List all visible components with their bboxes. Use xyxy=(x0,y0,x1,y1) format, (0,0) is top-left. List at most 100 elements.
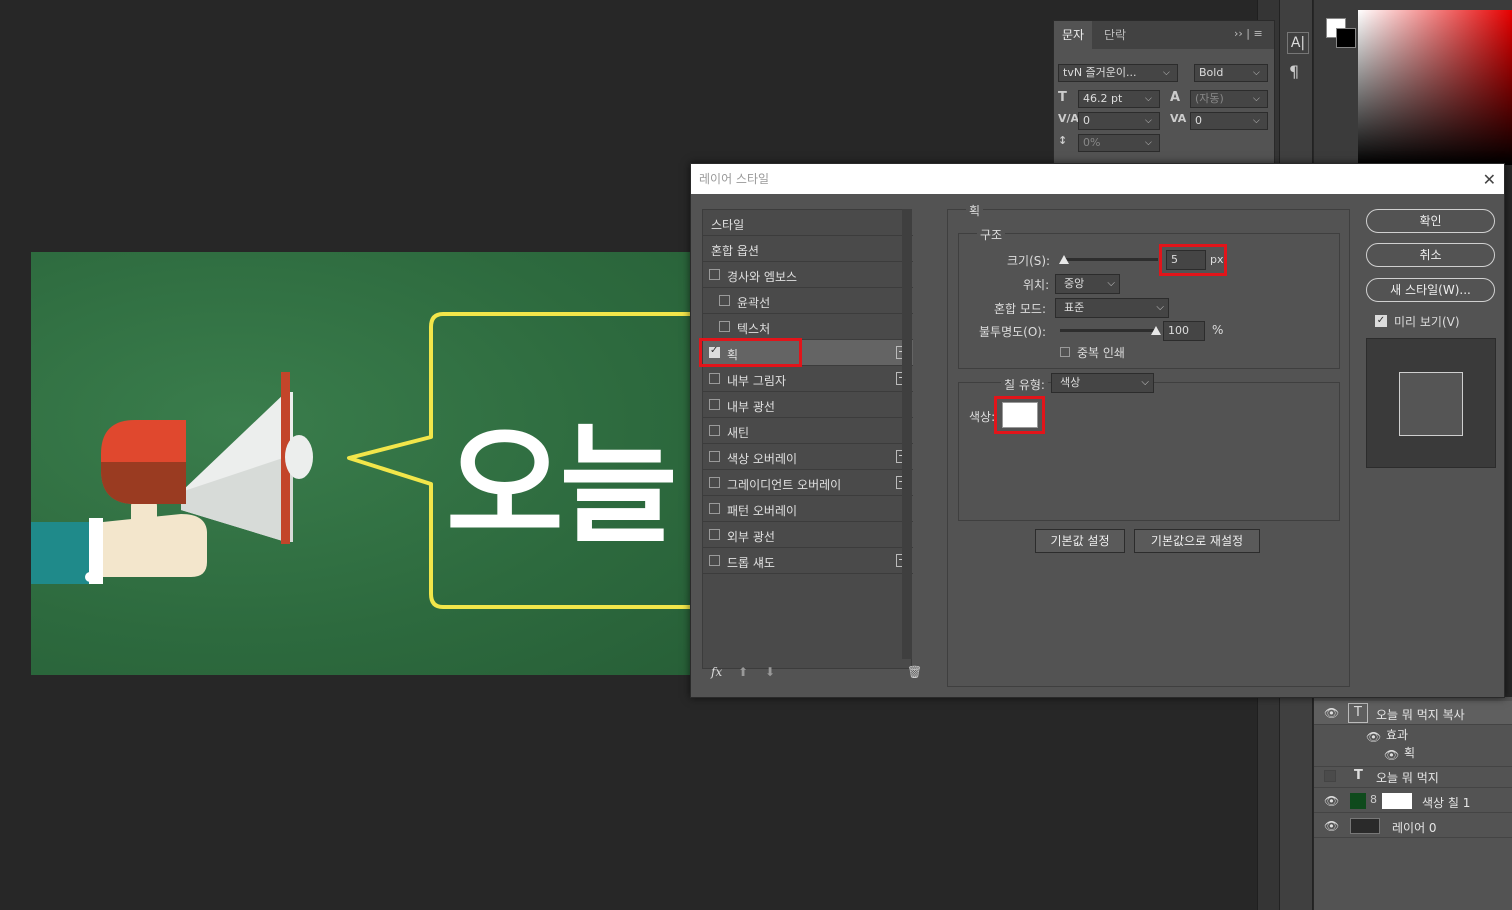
layer-row[interactable]: 👁 8 색상 칠 1 xyxy=(1314,789,1512,813)
style-item[interactable]: 패턴 오버레이 xyxy=(703,496,913,522)
style-checkbox[interactable] xyxy=(709,269,720,280)
background-swatch[interactable] xyxy=(1336,28,1356,48)
new-style-button[interactable]: 새 스타일(W)... xyxy=(1366,278,1495,302)
leading-field[interactable]: (자동) ⌵ xyxy=(1190,90,1268,108)
style-item-label: 스타일 xyxy=(711,218,745,232)
move-down-icon[interactable]: ⬇ xyxy=(765,665,775,679)
style-item[interactable]: 그레이디언트 오버레이+ xyxy=(703,470,913,496)
style-checkbox[interactable] xyxy=(709,503,720,514)
style-item[interactable]: 내부 광선 xyxy=(703,392,913,418)
eye-icon[interactable]: 👁 xyxy=(1384,748,1399,762)
chevron-down-icon: ⌵ xyxy=(1145,116,1152,126)
blend-mode-select[interactable]: 표준 ⌵ xyxy=(1055,298,1169,318)
style-checkbox[interactable] xyxy=(709,451,720,462)
position-select[interactable]: 중앙 ⌵ xyxy=(1055,274,1120,294)
link-icon: 8 xyxy=(1370,793,1377,806)
style-checkbox[interactable] xyxy=(709,477,720,488)
scale-icon: ↕ xyxy=(1058,134,1068,147)
image-thumbnail xyxy=(1350,818,1380,834)
dialog-title: 레이어 스타일 xyxy=(691,164,1504,194)
style-preview-box xyxy=(1366,338,1496,468)
visibility-toggle-off[interactable] xyxy=(1324,770,1336,782)
preview-label: 미리 보기(V) xyxy=(1394,315,1460,329)
fx-icon[interactable]: fx xyxy=(711,665,722,679)
style-checkbox[interactable] xyxy=(719,295,730,306)
eye-icon[interactable]: 👁 xyxy=(1324,819,1339,833)
layer-style-dialog: 레이어 스타일 ✕ 스타일혼합 옵션경사와 엠보스윤곽선텍스처획+내부 그림자+… xyxy=(690,163,1505,698)
text-layer-icon: T xyxy=(1354,768,1363,783)
style-checkbox[interactable] xyxy=(719,321,730,332)
opacity-field[interactable]: 100 xyxy=(1163,321,1205,341)
style-checkbox[interactable] xyxy=(709,529,720,540)
chevron-down-icon: ⌵ xyxy=(1145,94,1152,104)
character-panel-icon[interactable]: A| xyxy=(1287,32,1309,54)
style-item[interactable]: 획+ xyxy=(699,338,913,367)
trash-icon[interactable]: 🗑 xyxy=(907,665,922,679)
eye-icon[interactable]: 👁 xyxy=(1324,706,1339,720)
opacity-slider-thumb[interactable] xyxy=(1151,326,1161,335)
fill-thumbnail xyxy=(1350,793,1366,809)
layer-name: 레이어 0 xyxy=(1392,821,1437,835)
color-picker-field[interactable] xyxy=(1358,10,1512,165)
style-item[interactable]: 새틴 xyxy=(703,418,913,444)
color-label: 색상: xyxy=(969,410,996,424)
eye-icon[interactable]: 👁 xyxy=(1324,794,1339,808)
style-item[interactable]: 드롭 섀도+ xyxy=(703,548,913,574)
layer-row[interactable]: 👁 T 오늘 뭐 먹지 복사 xyxy=(1314,701,1512,725)
style-item[interactable]: 외부 광선 xyxy=(703,522,913,548)
document-canvas[interactable]: 오늘 뭐 xyxy=(31,252,711,675)
kerning-field[interactable]: 0 ⌵ xyxy=(1078,112,1160,130)
style-item[interactable]: 경사와 엠보스 xyxy=(703,262,913,288)
style-item-label: 윤곽선 xyxy=(737,296,771,310)
font-style-select[interactable]: Bold ⌵ xyxy=(1194,64,1268,82)
mask-thumbnail xyxy=(1382,793,1412,809)
scale-value: 0% xyxy=(1083,136,1101,149)
eye-icon[interactable]: 👁 xyxy=(1366,730,1381,744)
style-checkbox[interactable] xyxy=(709,399,720,410)
style-item[interactable]: 색상 오버레이+ xyxy=(703,444,913,470)
layer-name: 효과 xyxy=(1386,728,1409,742)
style-item-label: 그레이디언트 오버레이 xyxy=(727,478,842,492)
style-item[interactable]: 윤곽선 xyxy=(703,288,913,314)
ok-button[interactable]: 확인 xyxy=(1366,209,1495,233)
opacity-slider[interactable] xyxy=(1060,329,1156,332)
scale-field[interactable]: 0% ⌵ xyxy=(1078,134,1160,152)
style-item[interactable]: 스타일 xyxy=(703,210,913,236)
style-checkbox[interactable] xyxy=(709,425,720,436)
tab-character[interactable]: 문자 xyxy=(1054,21,1093,49)
style-item[interactable]: 내부 그림자+ xyxy=(703,366,913,392)
size-slider-thumb[interactable] xyxy=(1059,255,1069,264)
preview-checkbox[interactable]: ✓ xyxy=(1375,315,1387,327)
overprint-checkbox[interactable] xyxy=(1060,347,1070,357)
font-family-select[interactable]: tvN 즐거운이... ⌵ xyxy=(1058,64,1178,82)
cancel-button[interactable]: 취소 xyxy=(1366,243,1495,267)
paragraph-panel-icon[interactable]: ¶ xyxy=(1289,62,1299,81)
move-up-icon[interactable]: ⬆ xyxy=(738,665,748,679)
style-item[interactable]: 텍스처 xyxy=(703,314,913,340)
layer-name: 오늘 뭐 먹지 xyxy=(1376,771,1439,785)
style-item[interactable]: 혼합 옵션 xyxy=(703,236,913,262)
tab-paragraph[interactable]: 단락 xyxy=(1096,21,1134,49)
font-style-value: Bold xyxy=(1199,66,1224,79)
layers-panel: 👁 T 오늘 뭐 먹지 복사 👁 효과 👁 획 T 오늘 뭐 먹지 👁 8 색상… xyxy=(1314,697,1512,910)
chevron-down-icon: ⌵ xyxy=(1156,302,1164,313)
layer-row[interactable]: 👁 레이어 0 xyxy=(1314,814,1512,838)
layer-row[interactable]: T 오늘 뭐 먹지 xyxy=(1314,764,1512,788)
font-size-field[interactable]: 46.2 pt ⌵ xyxy=(1078,90,1160,108)
style-item-label: 내부 광선 xyxy=(727,400,775,414)
size-slider[interactable] xyxy=(1062,258,1158,261)
opacity-label: 불투명도(O): xyxy=(979,325,1047,339)
chevron-down-icon: ⌵ xyxy=(1107,278,1115,289)
layer-name: 획 xyxy=(1404,746,1416,760)
chevron-down-icon: ⌵ xyxy=(1163,68,1170,78)
tracking-field[interactable]: 0 ⌵ xyxy=(1190,112,1268,130)
make-default-button[interactable]: 기본값 설정 xyxy=(1035,529,1125,553)
style-checkbox[interactable] xyxy=(709,373,720,384)
style-list-scrollbar[interactable] xyxy=(902,209,912,659)
reset-default-button[interactable]: 기본값으로 재설정 xyxy=(1134,529,1260,553)
section-title: 획 xyxy=(966,202,984,219)
style-checkbox[interactable] xyxy=(709,555,720,566)
fill-type-select[interactable]: 색상 ⌵ xyxy=(1051,373,1154,393)
close-icon[interactable]: ✕ xyxy=(1483,170,1496,189)
panel-menu-icon[interactable]: ›› | ≡ xyxy=(1234,27,1263,40)
